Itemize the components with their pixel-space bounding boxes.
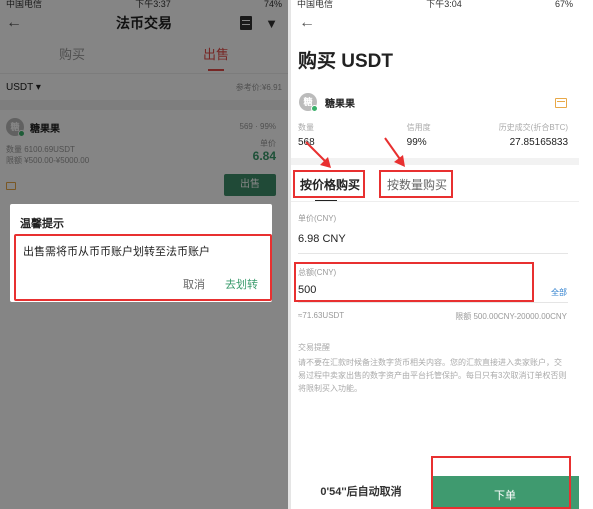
back-arrow-icon[interactable]: ← [299, 14, 315, 32]
stat-value-history: 27.85165833 [509, 137, 569, 148]
all-button[interactable]: 全部 [551, 287, 567, 298]
auto-cancel-countdown: 0'54''后自动取消 [291, 476, 431, 509]
tips-body: 请不要在汇款时候备注数字货币相关内容。您的汇款直接进入卖家账户，交易过程中卖家出… [298, 358, 567, 393]
field-underline [298, 302, 568, 303]
limit-text: 限额 500.00CNY-20000.00CNY [455, 312, 567, 321]
page-title: 购买 USDT [298, 51, 394, 72]
annotation-box [431, 456, 571, 509]
stat-label-credit: 信用度 [406, 123, 431, 132]
annotation-arrow-icon [384, 137, 405, 167]
bank-card-icon [555, 98, 567, 108]
annotation-box [293, 170, 365, 198]
stat-labels: 数量 信用度 历史成交(折合BTC) [298, 122, 568, 133]
tips-title: 交易提醒 [298, 343, 330, 352]
battery-label: 67% [554, 0, 573, 9]
time-label: 下午3:04 [426, 0, 462, 9]
estimate-text: ≈71.63USDT [298, 311, 345, 320]
annotation-box [294, 262, 534, 302]
avatar: 糖 [299, 93, 318, 112]
annotation-box [14, 234, 272, 301]
unit-price-label: 单价(CNY) [298, 214, 337, 223]
sell-screen: 中国电信 下午3:37 74% ← 法币交易 ▼ 购买 出售 USDT ▾ 参考… [0, 0, 288, 509]
buy-screen: 中国电信 下午3:04 67% ← 购买 USDT 糖 糖果果 数量 信用度 历… [291, 0, 579, 509]
annotation-box [379, 170, 453, 198]
field-underline [298, 253, 568, 254]
merchant-row: 糖 糖果果 [299, 93, 355, 112]
unit-price-value: 6.98 CNY [298, 233, 346, 245]
stat-values: 568 99% 27.85165833 [298, 137, 568, 148]
dialog-title: 温馨提示 [20, 218, 64, 230]
annotation-arrow-icon [305, 141, 331, 168]
tab-divider [291, 201, 579, 202]
stat-label-quantity: 数量 [298, 123, 314, 132]
status-bar: 中国电信 下午3:04 67% [291, 0, 579, 9]
carrier-label: 中国电信 [297, 0, 334, 9]
merchant-name[interactable]: 糖果果 [325, 95, 355, 110]
stat-label-history: 历史成交(折合BTC) [498, 123, 569, 132]
